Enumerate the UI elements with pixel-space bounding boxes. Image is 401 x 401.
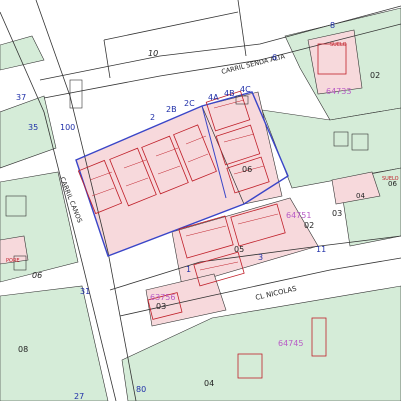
annotation-pore: PORE: [6, 258, 20, 264]
parcel-10-edge: [103, 11, 239, 41]
street-number-35: 35: [28, 123, 38, 132]
street-number-4C: 4C: [240, 85, 251, 94]
parcel-label-02-mid: 02: [304, 221, 314, 230]
annotation-suelo-top: SUELO: [330, 42, 347, 48]
parcel-label-06-left: 06: [32, 271, 42, 280]
parcel-label-02-right: 02: [370, 71, 380, 80]
street-number-4B: 4B: [224, 89, 235, 98]
cadastral-ref-64751: 64751: [286, 211, 311, 220]
street-number-2C: 2C: [184, 99, 195, 108]
street-number-100: 100: [60, 123, 75, 132]
cadastral-ref-64745: 64745: [278, 339, 303, 348]
street-number-2B: 2B: [166, 105, 177, 114]
street-number-1: 1: [186, 265, 191, 274]
street-number-2: 2: [150, 113, 155, 122]
parcel-label-03-right: 03: [332, 209, 342, 218]
annotation-suelo-right: SUELO: [382, 176, 399, 182]
parcel-label-04-bottom: 04: [204, 379, 214, 388]
street-number-37: 37: [16, 93, 26, 102]
parcel-label-10: 10: [148, 49, 158, 58]
street-number-80: 80: [136, 385, 146, 394]
street-number-11: 11: [316, 245, 326, 254]
parcel-green-left: [0, 95, 57, 169]
parcel-label-04-right: 04: [356, 192, 365, 200]
street-number-8: 8: [330, 21, 335, 30]
cadastral-map: 10 02 06 03 02 04 06 08 05 06 03 04 CARR…: [0, 0, 401, 401]
street-number-27: 27: [74, 392, 84, 401]
cadastral-ref-64733: 64733: [326, 87, 351, 96]
cadastral-ref-63756: 63756: [150, 293, 175, 302]
parcel-10-divider: [103, 39, 111, 79]
parcel-pink-top-right: [307, 29, 363, 95]
street-number-4A: 4A: [208, 93, 219, 102]
parcel-label-05: 05: [234, 245, 244, 254]
parcel-label-03-bottom: 03: [156, 302, 166, 311]
street-number-6: 6: [272, 53, 277, 62]
street-number-3: 3: [258, 253, 263, 262]
parcel-green-left-top: [0, 35, 45, 71]
parcel-label-08-left: 08: [18, 345, 28, 354]
street-name-cl-nicolas: CL NICOLAS: [255, 285, 298, 302]
street-number-31: 31: [80, 287, 90, 296]
parcel-label-06-center: 06: [242, 165, 252, 174]
road-edge-top-vertical: [237, 0, 247, 57]
